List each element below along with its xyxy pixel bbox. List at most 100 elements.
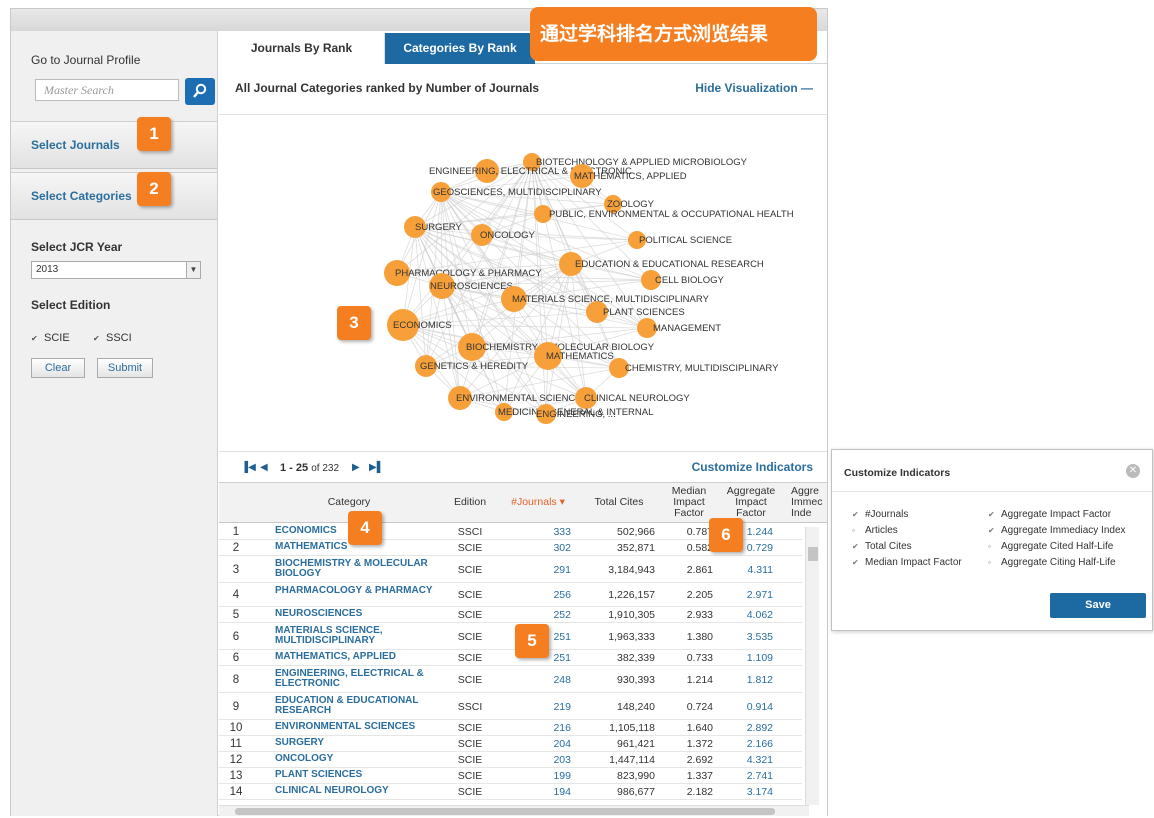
first-page-icon[interactable]: ▐◀ — [241, 462, 256, 473]
select-categories-nav[interactable]: Select Categories — [11, 172, 217, 220]
indicator-option-median-impact-factor[interactable]: ✔ Median Impact Factor — [852, 557, 962, 568]
row-category-link[interactable]: ENVIRONMENTAL SCIENCES — [275, 722, 437, 732]
row-journals-link[interactable]: 216 — [519, 722, 571, 734]
search-button[interactable] — [185, 78, 215, 105]
table-row: 3 BIOCHEMISTRY & MOLECULAR BIOLOGY SCIE 291… — [219, 556, 802, 583]
save-button[interactable]: Save — [1050, 593, 1146, 618]
row-journals-link[interactable]: 219 — [519, 701, 571, 713]
row-category-link[interactable]: MATHEMATICS, APPLIED — [275, 652, 437, 662]
row-journals-link[interactable]: 203 — [519, 754, 571, 766]
horizontal-scrollbar[interactable] — [219, 805, 809, 816]
category-node-label: POLITICAL SCIENCE — [639, 235, 732, 246]
row-total-cites: 1,105,118 — [609, 722, 655, 734]
indicator-option-aggregate-citing-half-life[interactable]: ▫ Aggregate Citing Half-Life — [988, 557, 1116, 568]
select-journals-nav[interactable]: Select Journals — [11, 121, 217, 169]
hide-visualization-label: Hide Visualization — [695, 81, 798, 95]
checkbox-unchecked-icon: ▫ — [988, 542, 991, 551]
row-journals-link[interactable]: 333 — [519, 526, 571, 538]
col-category[interactable]: Category — [309, 497, 389, 508]
last-page-icon[interactable]: ▶▌ — [369, 462, 384, 473]
row-median-if: 0.724 — [686, 701, 713, 713]
row-category-link[interactable]: NEUROSCIENCES — [275, 609, 437, 619]
category-network-visualization: BIOTECHNOLOGY & APPLIED MICROBIOLOGY ENGI… — [219, 115, 827, 450]
indicator-option-articles[interactable]: ▫ Articles — [852, 525, 898, 536]
customize-indicators-link[interactable]: Customize Indicators — [692, 460, 813, 474]
indicator-option-aggregate-impact-factor[interactable]: ✔ Aggregate Impact Factor — [988, 509, 1111, 520]
row-category-link[interactable]: BIOCHEMISTRY & MOLECULAR BIOLOGY — [275, 559, 437, 579]
row-category-link[interactable]: ENGINEERING, ELECTRICAL & ELECTRONIC — [275, 669, 437, 689]
vertical-scroll-thumb[interactable] — [808, 547, 818, 561]
checkbox-checked-icon: ✔ — [852, 542, 859, 551]
row-category-link[interactable]: ONCOLOGY — [275, 754, 437, 764]
row-total-cites: 961,421 — [617, 738, 655, 750]
edition-label: Select Edition — [31, 298, 111, 312]
indicator-option-aggregate-immediacy-index[interactable]: ✔ Aggregate Immediacy Index — [988, 525, 1126, 536]
indicator-option-journals[interactable]: ✔ #Journals — [852, 509, 908, 520]
row-category-link[interactable]: SURGERY — [275, 738, 437, 748]
row-aggregate-if: 2.971 — [746, 589, 773, 601]
row-edition: SCIE — [457, 722, 483, 734]
col-median-impact-factor[interactable]: Median Impact Factor — [659, 486, 719, 519]
row-journals-link[interactable]: 199 — [519, 770, 571, 782]
indicator-option-label: Articles — [865, 525, 898, 536]
row-edition: SCIE — [457, 754, 483, 766]
row-category-link[interactable]: EDUCATION & EDUCATIONAL RESEARCH — [275, 696, 437, 716]
col-agg-imm-line3: Inde — [791, 507, 812, 519]
close-icon[interactable]: ✕ — [1126, 464, 1140, 478]
row-category-link[interactable]: PLANT SCIENCES — [275, 770, 437, 780]
tab-journals-by-rank[interactable]: Journals By Rank — [219, 33, 385, 64]
category-node-label: NEUROSCIENCES — [430, 281, 513, 292]
prev-page-icon[interactable]: ◀ — [260, 462, 268, 473]
next-page-icon[interactable]: ▶ — [352, 462, 360, 473]
badge-1: 1 — [137, 117, 171, 151]
edition-ssci-checkbox[interactable]: ✔ SSCI — [93, 332, 132, 344]
table-header: Category Edition #Journals ▾ Total Cites… — [219, 483, 827, 523]
row-aggregate-if: 0.914 — [746, 701, 773, 713]
col-aggregate-immediacy-index[interactable]: Aggre Immec Inde — [791, 486, 827, 519]
row-total-cites: 382,339 — [617, 652, 655, 664]
row-rank: 4 — [232, 589, 240, 601]
row-category-link[interactable]: PHARMACOLOGY & PHARMACY — [275, 586, 437, 596]
row-journals-link[interactable]: 256 — [519, 589, 571, 601]
row-aggregate-if: 4.062 — [746, 609, 773, 621]
indicator-option-label: #Journals — [865, 509, 909, 520]
indicator-option-label: Aggregate Citing Half-Life — [1001, 557, 1116, 568]
edition-scie-checkbox[interactable]: ✔ SCIE — [31, 332, 70, 344]
badge-4: 4 — [348, 511, 382, 545]
row-rank: 5 — [232, 609, 240, 621]
clear-button[interactable]: Clear — [31, 358, 85, 378]
indicator-option-aggregate-cited-half-life[interactable]: ▫ Aggregate Cited Half-Life — [988, 541, 1113, 552]
row-median-if: 1.337 — [686, 770, 713, 782]
col-aggregate-impact-factor[interactable]: Aggregate Impact Factor — [721, 486, 781, 519]
col-median-line3: Factor — [674, 507, 704, 519]
checkbox-checked-icon: ✔ — [988, 526, 995, 535]
row-journals-link[interactable]: 291 — [519, 564, 571, 576]
col-journals[interactable]: #Journals ▾ — [503, 497, 573, 508]
category-node-label: ENGINEERING, ... — [536, 409, 616, 420]
row-category-link[interactable]: CLINICAL NEUROLOGY — [275, 786, 437, 796]
category-node-label: CELL BIOLOGY — [655, 275, 724, 286]
submit-button[interactable]: Submit — [97, 358, 153, 378]
row-edition: SSCI — [457, 701, 483, 713]
master-search-input[interactable]: Master Search — [35, 79, 179, 101]
row-journals-link[interactable]: 252 — [519, 609, 571, 621]
col-total-cites[interactable]: Total Cites — [583, 497, 655, 508]
row-journals-link[interactable]: 302 — [519, 542, 571, 554]
jcr-year-select[interactable]: 2013 ▼ — [31, 261, 201, 279]
tab-categories-by-rank[interactable]: Categories By Rank — [385, 33, 535, 64]
row-total-cites: 1,447,114 — [609, 754, 655, 766]
row-category-link[interactable]: MATERIALS SCIENCE, MULTIDISCIPLINARY — [275, 626, 437, 646]
row-edition: SSCI — [457, 526, 483, 538]
hide-visualization-link[interactable]: Hide Visualization — — [695, 81, 813, 95]
category-node-label: MATHEMATICS — [546, 351, 614, 362]
vertical-scrollbar[interactable] — [805, 527, 819, 805]
col-edition[interactable]: Edition — [447, 497, 493, 508]
badge-3: 3 — [337, 306, 371, 340]
row-journals-link[interactable]: 194 — [519, 786, 571, 798]
horizontal-scroll-thumb[interactable] — [235, 808, 775, 815]
row-aggregate-if: 2.892 — [746, 722, 773, 734]
row-rank: 1 — [232, 526, 240, 538]
row-journals-link[interactable]: 204 — [519, 738, 571, 750]
indicator-option-total-cites[interactable]: ✔ Total Cites — [852, 541, 912, 552]
row-journals-link[interactable]: 248 — [519, 674, 571, 686]
